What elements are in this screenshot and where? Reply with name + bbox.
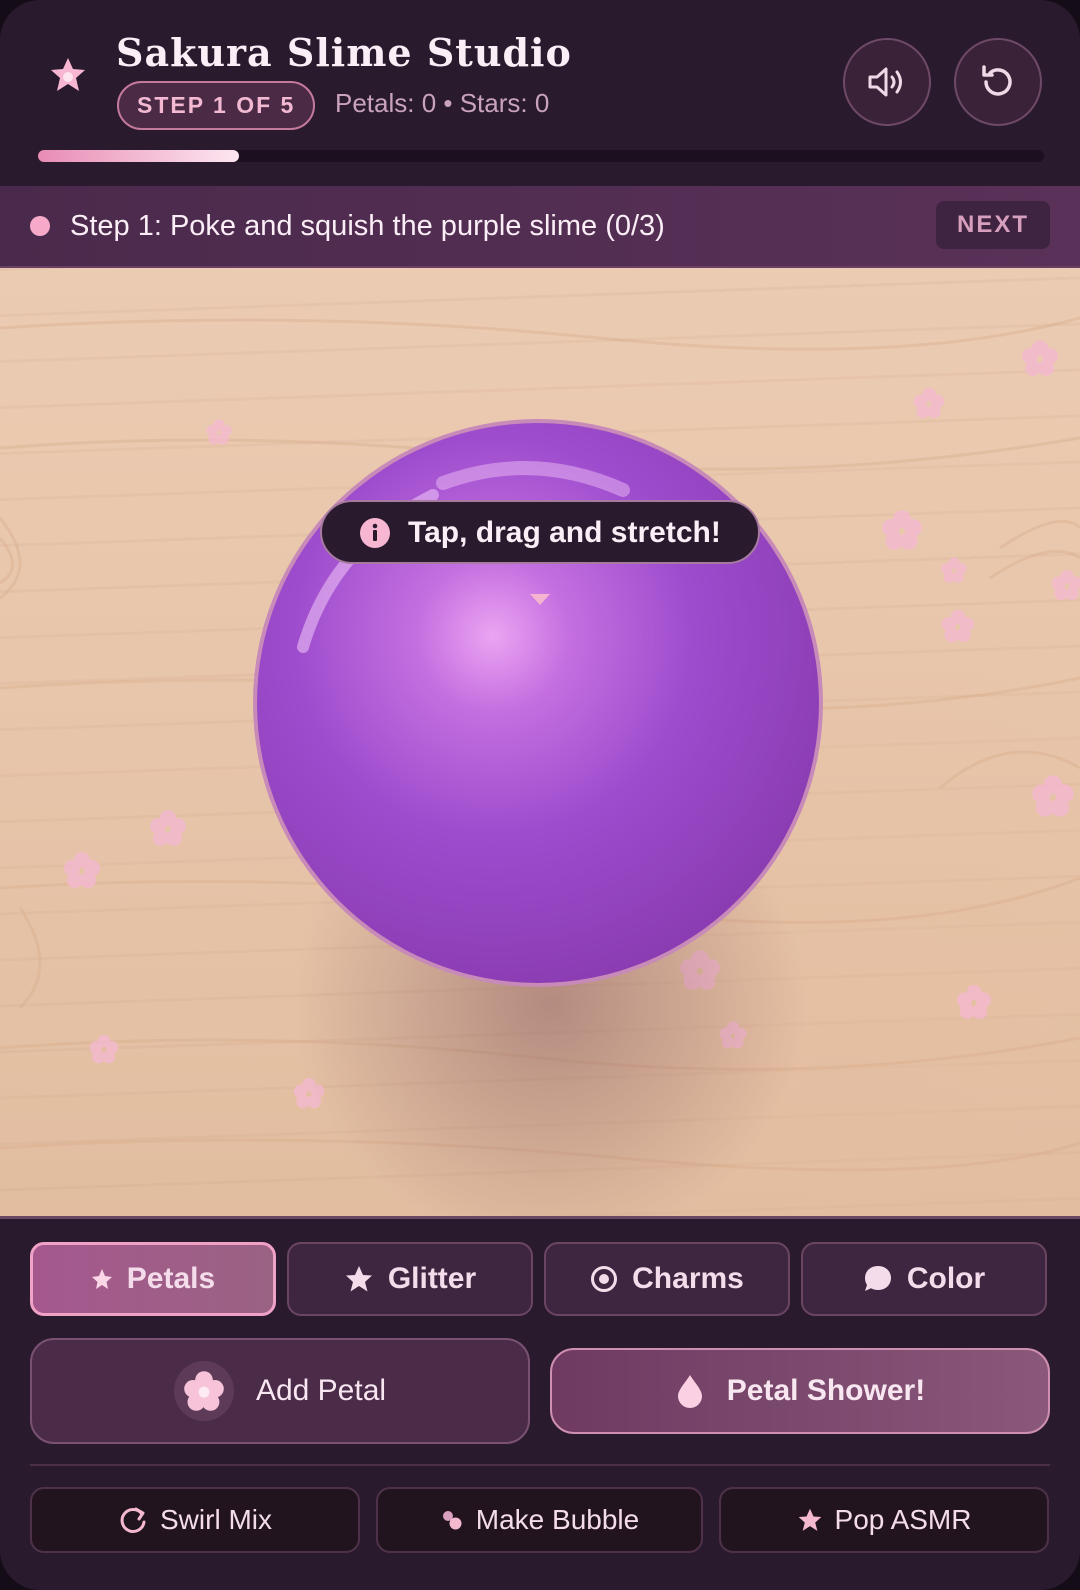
tab-petals[interactable]: Petals [30, 1242, 276, 1316]
app-window: Sakura Slime Studio STEP 1 OF 5 Petals: … [0, 0, 1080, 1590]
pop-asmr-label: Pop ASMR [834, 1504, 972, 1535]
refresh-icon [120, 1507, 146, 1533]
petal-avatar [173, 1361, 234, 1421]
tab-color[interactable]: Color [801, 1242, 1047, 1316]
swirl-mix-button[interactable]: Swirl Mix [30, 1487, 360, 1553]
speaker-icon [868, 67, 902, 97]
hint-tooltip: Tap, drag and stretch! [320, 500, 760, 564]
petal-icon [206, 419, 232, 445]
petal-icon [1032, 775, 1074, 817]
petal-icon [150, 810, 186, 846]
step-badge: STEP 1 OF 5 [117, 81, 316, 130]
app-title: Sakura Slime Studio [116, 30, 572, 75]
star-icon [345, 1266, 372, 1292]
stats-counter: Petals: 0 • Stars: 0 [335, 88, 550, 118]
tab-charms[interactable]: Charms [544, 1242, 790, 1316]
pop-asmr-button[interactable]: Pop ASMR [719, 1487, 1049, 1553]
swirl-mix-label: Swirl Mix [160, 1504, 272, 1535]
tooltip-caret [530, 594, 550, 605]
tab-label: Charms [632, 1262, 744, 1295]
tab-label: Glitter [387, 1262, 477, 1295]
target-icon [591, 1266, 618, 1292]
divider [30, 1464, 1050, 1466]
sakura-logo-icon [51, 58, 85, 91]
make-bubble-label: Make Bubble [475, 1504, 640, 1535]
status-dot [30, 216, 50, 236]
instruction-text: Step 1: Poke and squish the purple slime… [70, 210, 665, 242]
tool-panel: Petals Glitter Charms Color Add Petal Pe… [0, 1216, 1080, 1590]
tab-label: Color [906, 1262, 986, 1295]
petal-shower-label: Petal Shower! [726, 1374, 926, 1407]
petal-icon [882, 510, 922, 550]
speech-bubble-icon [864, 1266, 891, 1291]
tab-label: Petals [126, 1262, 216, 1295]
header: Sakura Slime Studio STEP 1 OF 5 Petals: … [0, 0, 1080, 186]
add-petal-button[interactable]: Add Petal [30, 1338, 530, 1444]
petal-icon [913, 387, 945, 419]
petal-icon [91, 1269, 112, 1289]
reset-button[interactable] [954, 38, 1042, 126]
next-button[interactable]: NEXT [936, 201, 1050, 249]
petal-icon [1022, 340, 1058, 376]
make-bubble-button[interactable]: Make Bubble [376, 1487, 703, 1553]
petal-icon [64, 852, 100, 888]
progress-bar [38, 150, 1044, 162]
info-icon [360, 518, 390, 548]
bubbles-icon [442, 1511, 462, 1530]
rotate-icon [982, 65, 1012, 96]
petal-shower-button[interactable]: Petal Shower! [550, 1348, 1050, 1434]
sound-button[interactable] [843, 38, 931, 126]
sakura-flower-icon [184, 1371, 224, 1411]
star-icon [798, 1508, 821, 1531]
instruction-bar: Step 1: Poke and squish the purple slime… [0, 186, 1080, 268]
petal-icon [1051, 569, 1080, 601]
add-petal-label: Add Petal [255, 1374, 387, 1407]
progress-fill [38, 150, 240, 162]
droplet-icon [677, 1375, 702, 1408]
petal-icon [941, 609, 975, 643]
petal-icon [941, 557, 967, 583]
tooltip-text: Tap, drag and stretch! [408, 516, 721, 549]
petal-icon [956, 984, 992, 1020]
petal-icon [89, 1034, 119, 1064]
tab-glitter[interactable]: Glitter [287, 1242, 533, 1316]
